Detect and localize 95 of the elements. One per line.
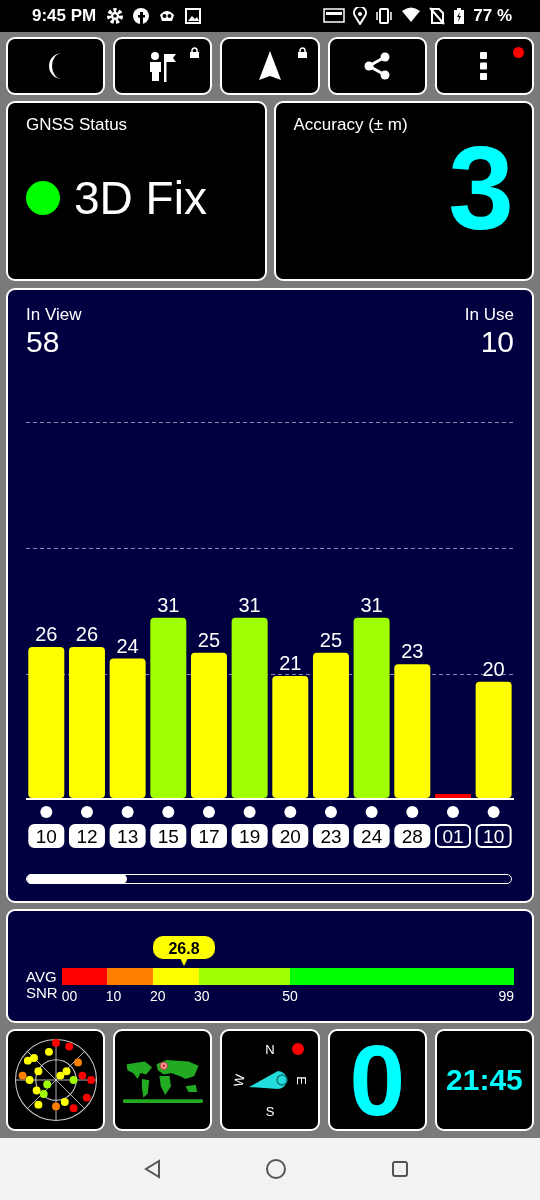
x-tick-label: 10 bbox=[483, 826, 505, 847]
no-signal-mark bbox=[434, 794, 471, 798]
scale-tick-label: 50 bbox=[282, 988, 299, 1004]
battery-icon bbox=[453, 7, 466, 25]
x-tick-label: 13 bbox=[117, 826, 139, 847]
satellite-id: 20 bbox=[272, 824, 309, 848]
signal-dot bbox=[80, 806, 93, 818]
signal-dot bbox=[284, 806, 297, 818]
value-label: 25 bbox=[319, 628, 343, 651]
compass-letter: S bbox=[265, 1103, 275, 1119]
clock-tile[interactable]: 21:45 bbox=[434, 1029, 534, 1131]
x-tick-label: 12 bbox=[76, 826, 98, 847]
value-label: 31 bbox=[360, 593, 383, 616]
signal-dot bbox=[324, 806, 337, 818]
scale-label: AVG bbox=[26, 969, 58, 985]
satellite-id: 24 bbox=[353, 824, 390, 848]
x-tick-label: 19 bbox=[239, 826, 261, 847]
satellite-id: 23 bbox=[312, 824, 349, 848]
image-icon bbox=[184, 7, 203, 25]
satellite-id: 10 bbox=[475, 824, 512, 848]
value-label: 26 bbox=[75, 622, 99, 645]
round-app-icon bbox=[132, 7, 151, 25]
satellite-id: 10 bbox=[28, 824, 65, 848]
night-button[interactable] bbox=[6, 37, 106, 95]
signal-dot bbox=[446, 806, 459, 818]
in-use-count: 10 bbox=[480, 325, 514, 358]
card-title: GNSS Status bbox=[26, 115, 129, 135]
signal-dot bbox=[243, 806, 256, 818]
navigation-arrow-icon bbox=[258, 50, 282, 82]
value-label: 25 bbox=[197, 628, 221, 651]
signal-dot bbox=[202, 806, 215, 818]
x-tick-label: 24 bbox=[361, 826, 383, 847]
x-tick-label: 10 bbox=[35, 826, 57, 847]
in-use-label: In Use bbox=[464, 305, 514, 325]
x-tick-label: 20 bbox=[279, 826, 301, 847]
signal-dot bbox=[40, 806, 53, 818]
value-label: 24 bbox=[116, 634, 139, 657]
signal-dot bbox=[487, 806, 500, 818]
satellite-id: 12 bbox=[68, 824, 105, 848]
x-tick-label: 15 bbox=[157, 826, 179, 847]
satellite-id: 19 bbox=[231, 824, 268, 848]
waypoint-button[interactable] bbox=[113, 37, 213, 95]
satellite-id: 13 bbox=[109, 824, 146, 848]
back-icon[interactable] bbox=[143, 1159, 161, 1179]
speed-tile[interactable]: 0 bbox=[327, 1029, 427, 1131]
battery-percent: 77 % bbox=[473, 6, 512, 26]
share-button[interactable] bbox=[327, 37, 427, 95]
world-map-tile[interactable] bbox=[113, 1029, 213, 1131]
signal-dot bbox=[121, 806, 134, 818]
scale-tick-label: 30 bbox=[194, 988, 211, 1004]
vibrate-icon bbox=[375, 7, 394, 25]
no-sim-icon bbox=[429, 7, 446, 25]
in-view-count: 58 bbox=[26, 325, 61, 358]
compass-letter: E bbox=[293, 1075, 309, 1085]
display-rate-icon bbox=[323, 8, 346, 24]
value-label: 23 bbox=[401, 640, 424, 663]
signal-dot bbox=[162, 806, 175, 818]
card-title: Accuracy (± m) bbox=[293, 115, 409, 135]
scale-tick-label: 00 bbox=[61, 988, 79, 1004]
menu-button[interactable] bbox=[434, 37, 534, 95]
person-flag-icon bbox=[147, 50, 178, 82]
recents-icon[interactable] bbox=[391, 1160, 409, 1178]
settings-icon bbox=[106, 7, 125, 25]
scale-tick-label: 99 bbox=[498, 988, 514, 1004]
compass-letter: N bbox=[265, 1041, 275, 1057]
sky-plot-tile[interactable] bbox=[6, 1029, 106, 1131]
value-label: 31 bbox=[238, 593, 261, 616]
location-icon bbox=[353, 7, 368, 25]
menu-icon bbox=[479, 51, 490, 81]
satellite-id: 28 bbox=[394, 824, 431, 848]
scale-tick-label: 20 bbox=[149, 988, 167, 1004]
share-icon bbox=[363, 52, 392, 80]
status-time: 9:45 PM bbox=[32, 6, 97, 26]
scale-tick-label: 10 bbox=[105, 988, 123, 1004]
satellite-id: 01 bbox=[434, 824, 471, 848]
in-view-label: In View bbox=[26, 305, 82, 325]
signal-dot bbox=[406, 806, 419, 818]
scale-label: SNR bbox=[26, 985, 58, 1001]
accuracy-value: 3 bbox=[448, 129, 514, 247]
x-tick-label: 17 bbox=[198, 826, 220, 847]
value-label: 31 bbox=[157, 593, 180, 616]
x-tick-label: 28 bbox=[401, 826, 423, 847]
value-label: 21 bbox=[279, 651, 302, 674]
compass-tile[interactable]: N W E S bbox=[220, 1029, 320, 1131]
navigate-button[interactable] bbox=[220, 37, 320, 95]
compass-letter: W bbox=[230, 1072, 248, 1088]
home-icon[interactable] bbox=[265, 1158, 287, 1180]
signal-dot bbox=[365, 806, 378, 818]
satellite-id: 17 bbox=[190, 824, 227, 848]
value-label: 20 bbox=[482, 657, 505, 680]
x-tick-label: 01 bbox=[442, 826, 464, 847]
satellite-id: 15 bbox=[150, 824, 187, 848]
value-label: 26 bbox=[35, 622, 58, 645]
x-tick-label: 23 bbox=[320, 826, 342, 847]
fix-status: 3D Fix bbox=[74, 171, 207, 225]
